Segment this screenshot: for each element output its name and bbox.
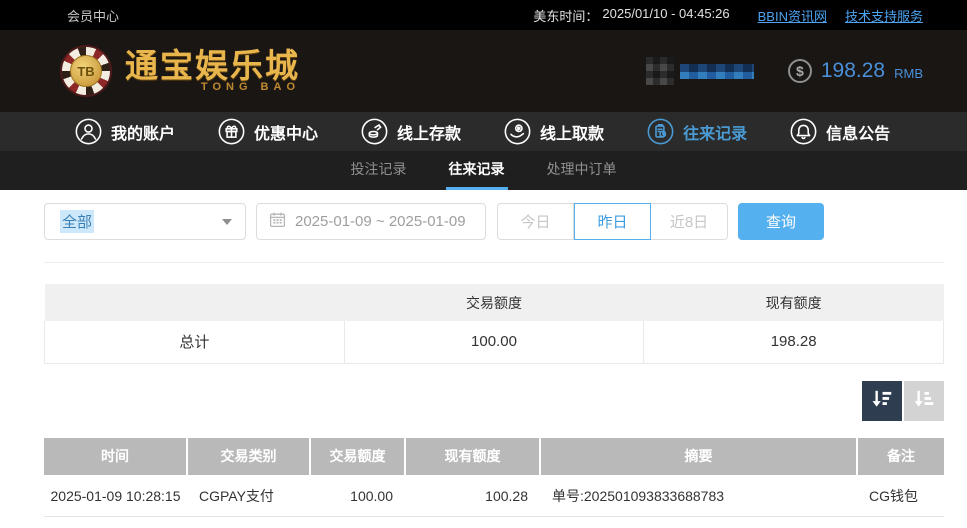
- bell-icon: [790, 118, 817, 145]
- username-redacted: [680, 64, 754, 79]
- section-divider: [44, 262, 944, 263]
- cell-time: 2025-01-09 10:28:15: [44, 476, 187, 517]
- col-transaction-type: 交易类别: [187, 438, 310, 476]
- yesterday-button[interactable]: 昨日: [574, 203, 651, 240]
- summary-total-label: 总计: [45, 321, 345, 363]
- main-nav: 我的账户 优惠中心 线上存款 线上: [0, 112, 967, 151]
- last-8-days-button[interactable]: 近8日: [651, 203, 728, 240]
- user-icon: [75, 118, 102, 145]
- balance-amount: 198.28: [821, 59, 885, 83]
- tech-support-link[interactable]: 技术支持服务: [845, 6, 923, 25]
- nav-item-deposit[interactable]: 线上存款: [361, 118, 461, 145]
- date-range-value: 2025-01-09 ~ 2025-01-09: [295, 213, 466, 230]
- sort-ascending-icon: [912, 387, 936, 414]
- filter-bar: 全部 2025-01-09 ~ 2025-01-09 今日 昨日 近8日 查询: [44, 203, 944, 240]
- eastern-time: 美东时间： 2025/01/10 - 04:45:26: [533, 6, 729, 25]
- top-bar: 会员中心 美东时间： 2025/01/10 - 04:45:26 BBIN资讯网…: [0, 0, 967, 30]
- query-button[interactable]: 查询: [738, 203, 824, 240]
- summary-header-transaction-amount: 交易额度: [344, 284, 644, 321]
- summary-header-current-balance: 现有额度: [644, 284, 944, 321]
- col-time: 时间: [44, 438, 187, 476]
- withdraw-icon: [504, 118, 531, 145]
- quick-range-group: 今日 昨日 近8日: [497, 203, 728, 240]
- user-identity: [646, 57, 754, 85]
- summary-total-balance: 198.28: [644, 321, 944, 363]
- records-table: 时间 交易类别 交易额度 现有额度 摘要 备注 2025-01-09 10:28…: [44, 438, 944, 518]
- wallet-balance: $ 198.28 RMB: [788, 59, 923, 83]
- nav-item-announcements[interactable]: 信息公告: [790, 118, 890, 145]
- col-remark: 备注: [857, 438, 944, 476]
- content-area: 全部 2025-01-09 ~ 2025-01-09 今日 昨日 近8日 查询: [0, 190, 967, 517]
- nav-item-my-account[interactable]: 我的账户: [75, 118, 175, 145]
- tab-betting-records[interactable]: 投注记录: [348, 151, 410, 190]
- cell-remark: CG钱包: [857, 476, 944, 517]
- nav-item-withdraw[interactable]: 线上取款: [504, 118, 604, 145]
- dollar-coin-icon: $: [788, 59, 812, 83]
- chevron-down-icon: [222, 219, 232, 225]
- member-center-link[interactable]: 会员中心: [67, 6, 119, 25]
- col-transaction-amount: 交易额度: [310, 438, 405, 476]
- summary-header-row: 交易额度 现有额度: [45, 284, 944, 321]
- logo-badge: TB: [70, 55, 102, 87]
- cell-transaction-amount: 100.00: [310, 476, 405, 517]
- nav-item-promotions[interactable]: 优惠中心: [218, 118, 318, 145]
- sort-controls: [44, 381, 944, 421]
- gift-icon: [218, 118, 245, 145]
- logo-subtitle: TONG BAO: [201, 81, 300, 93]
- sub-nav: 投注记录 往来记录 处理中订单: [0, 151, 967, 190]
- cell-summary: 单号:202501093833688783: [540, 476, 857, 517]
- type-select-value: 全部: [60, 210, 94, 233]
- summary-total-row: 总计 100.00 198.28: [45, 321, 944, 363]
- avatar: [646, 57, 674, 85]
- deposit-icon: [361, 118, 388, 145]
- tab-pending-orders[interactable]: 处理中订单: [544, 151, 620, 190]
- summary-total-transaction: 100.00: [344, 321, 644, 363]
- cell-transaction-type: CGPAY支付: [187, 476, 310, 517]
- summary-header-empty: [45, 284, 345, 321]
- time-label: 美东时间：: [533, 6, 598, 25]
- summary-table: 交易额度 现有额度 总计 100.00 198.28: [44, 284, 944, 364]
- nav-item-transaction-records[interactable]: 往来记录: [647, 118, 747, 145]
- bbin-news-link[interactable]: BBIN资讯网: [758, 6, 827, 25]
- today-button[interactable]: 今日: [497, 203, 574, 240]
- sort-ascending-button[interactable]: [904, 381, 944, 421]
- poker-chip-icon: TB: [60, 45, 112, 97]
- type-select[interactable]: 全部: [44, 203, 246, 240]
- calendar-icon: [269, 211, 286, 232]
- tab-transaction-records[interactable]: 往来记录: [446, 151, 508, 190]
- balance-currency: RMB: [894, 66, 923, 81]
- table-row: 2025-01-09 10:28:15 CGPAY支付 100.00 100.2…: [44, 476, 944, 517]
- logo-title: 通宝娱乐城: [125, 49, 300, 83]
- site-logo[interactable]: TB 通宝娱乐城 TONG BAO: [60, 45, 300, 97]
- col-current-balance: 现有额度: [405, 438, 540, 476]
- records-header-row: 时间 交易类别 交易额度 现有额度 摘要 备注: [44, 438, 944, 476]
- cell-current-balance: 100.28: [405, 476, 540, 517]
- date-range-input[interactable]: 2025-01-09 ~ 2025-01-09: [256, 203, 486, 240]
- records-icon: [647, 118, 674, 145]
- sort-descending-icon: [870, 387, 894, 414]
- time-value: 2025/01/10 - 04:45:26: [602, 6, 729, 25]
- col-summary: 摘要: [540, 438, 857, 476]
- sort-descending-button[interactable]: [862, 381, 902, 421]
- brand-header: TB 通宝娱乐城 TONG BAO $ 198.28 RMB: [0, 30, 967, 112]
